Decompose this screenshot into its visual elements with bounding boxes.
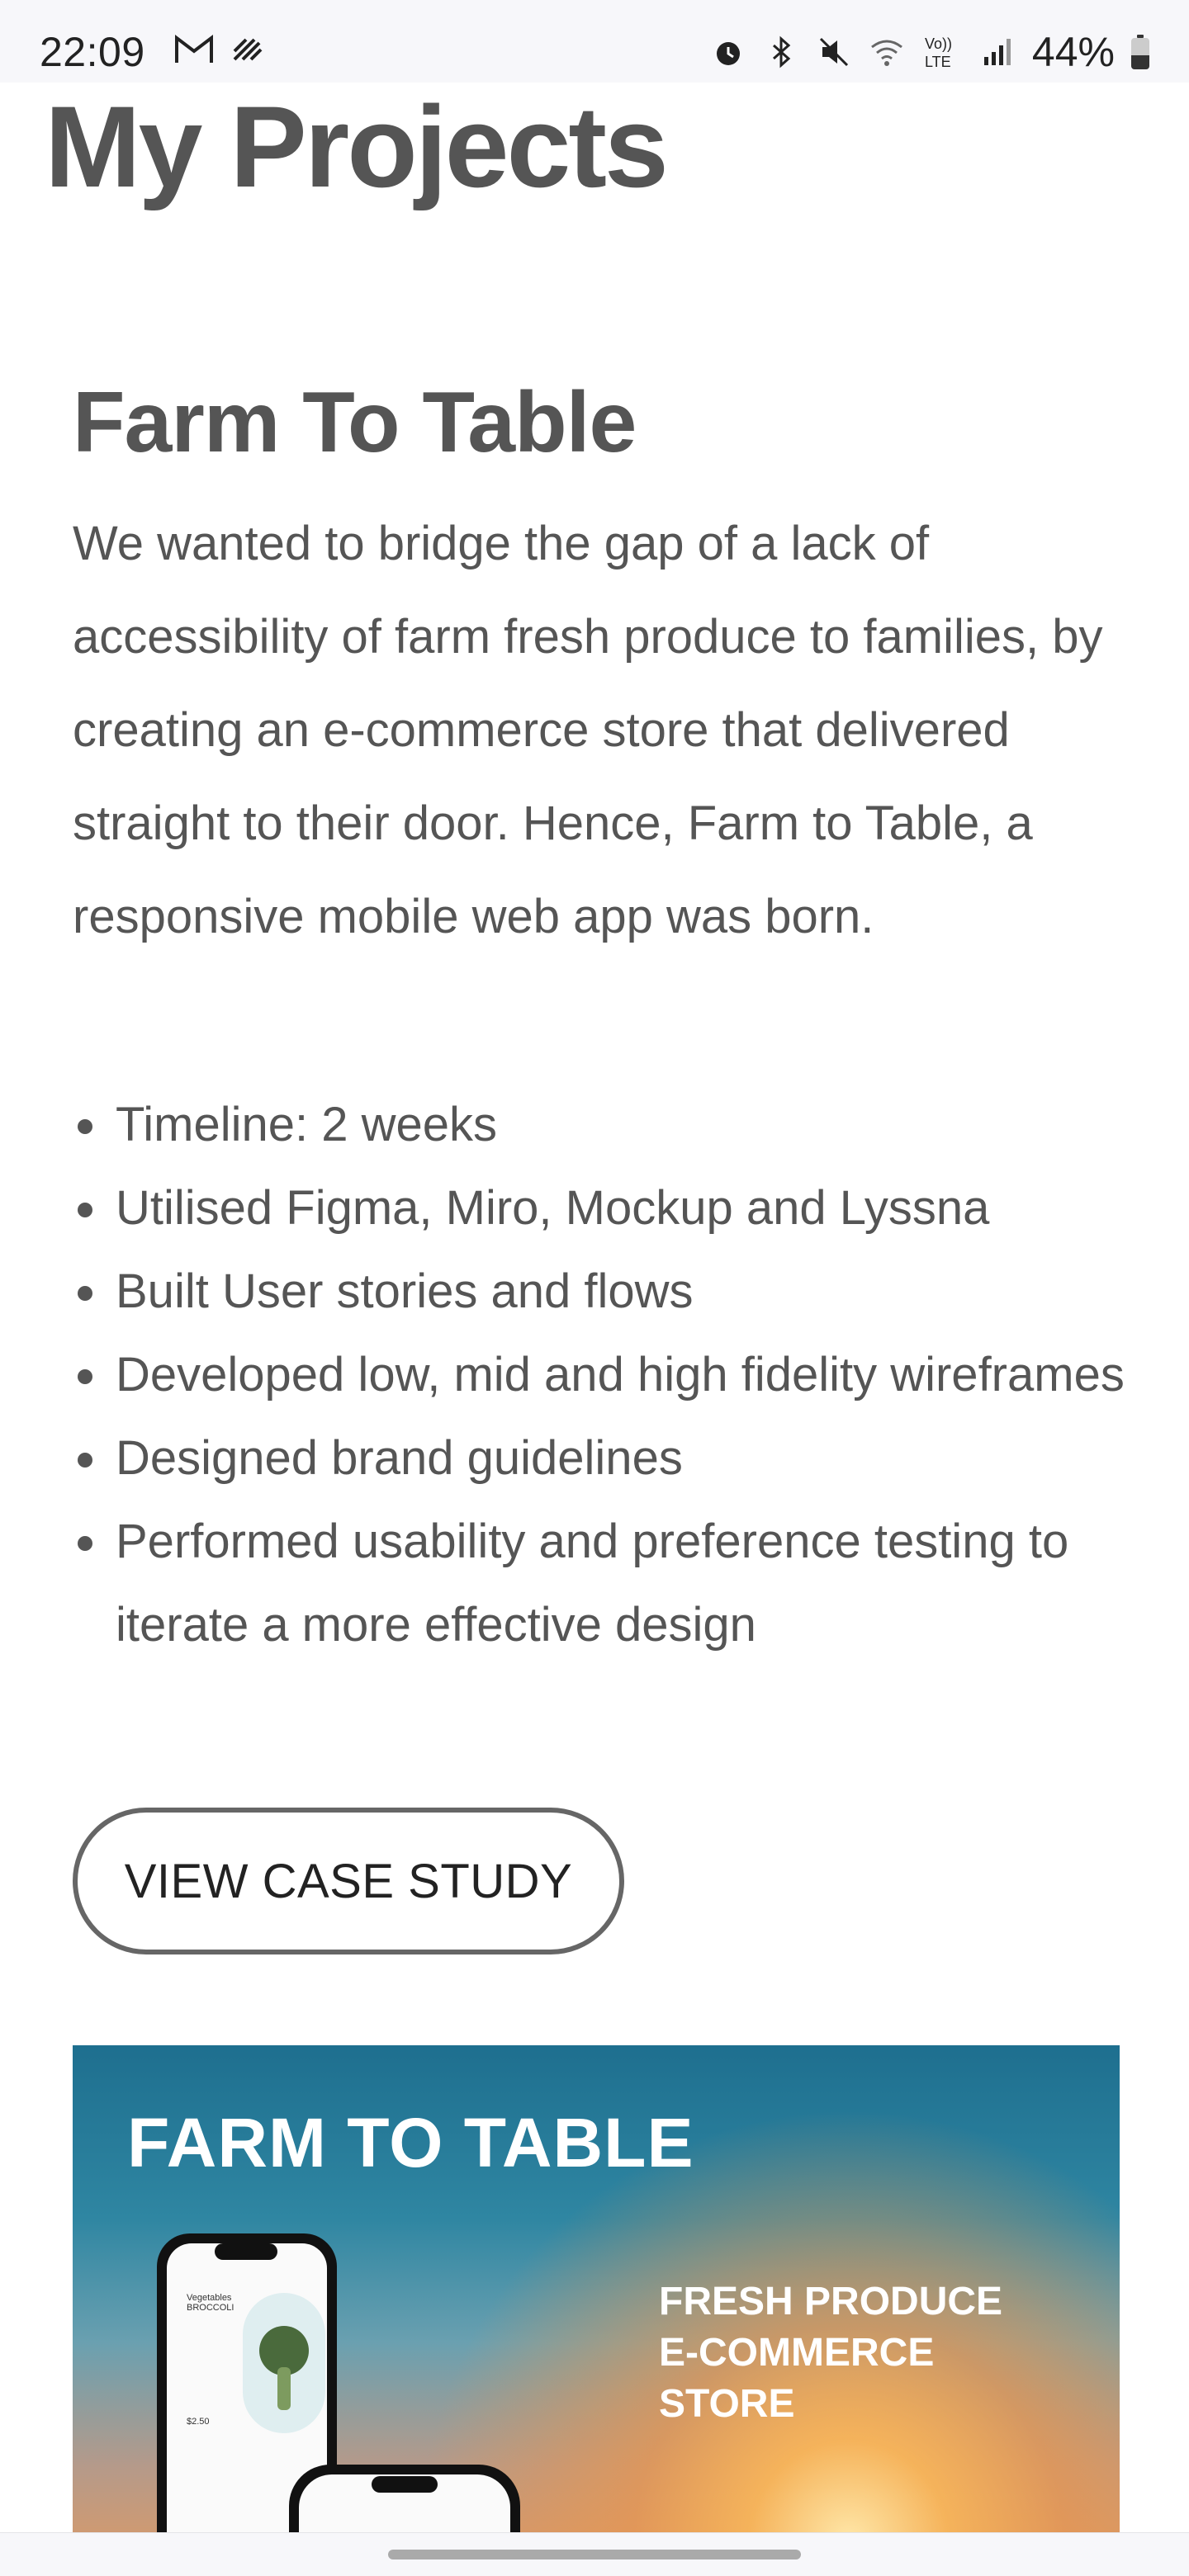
phone-mockup-secondary (289, 2465, 520, 2541)
battery-percent: 44% (1031, 29, 1115, 75)
project-title: Farm To Table (73, 375, 637, 470)
status-bar: 22:09 Vo)) LTE 44% (0, 0, 1189, 83)
home-indicator[interactable] (388, 2550, 801, 2559)
mute-icon (816, 34, 852, 70)
list-item: Developed low, mid and high fidelity wir… (73, 1333, 1130, 1416)
signal-stripes-icon (230, 33, 266, 70)
wifi-icon (869, 34, 905, 70)
status-left-icons (173, 33, 266, 70)
hero-subtitle: FRESH PRODUCE E-COMMERCE STORE (659, 2276, 1002, 2430)
alarm-icon (710, 34, 746, 70)
svg-text:LTE: LTE (925, 54, 951, 70)
volte-icon: Vo)) LTE (921, 34, 963, 70)
project-hero-image: FARM TO TABLE FRESH PRODUCE E-COMMERCE S… (73, 2045, 1120, 2541)
list-item: Timeline: 2 weeks (73, 1083, 1130, 1166)
gmail-icon (173, 33, 215, 70)
svg-text:Vo)): Vo)) (925, 35, 952, 52)
list-item: Built User stories and flows (73, 1250, 1130, 1333)
list-item: Performed usability and preference testi… (73, 1500, 1130, 1666)
bluetooth-icon (763, 34, 799, 70)
status-time: 22:09 (40, 29, 145, 75)
hero-subtitle-line: E-COMMERCE (659, 2331, 935, 2375)
phone-category-label: Vegetables BROCCOLI (187, 2293, 234, 2313)
battery-icon (1131, 35, 1149, 69)
cell-signal-icon (979, 34, 1016, 70)
list-item: Utilised Figma, Miro, Mockup and Lyssna (73, 1166, 1130, 1250)
view-case-study-button[interactable]: VIEW CASE STUDY (73, 1808, 624, 1954)
gesture-nav-bar (0, 2532, 1189, 2576)
hero-subtitle-line: STORE (659, 2382, 795, 2426)
status-right-icons: Vo)) LTE 44% (710, 28, 1149, 76)
list-item: Designed brand guidelines (73, 1416, 1130, 1500)
phone-price-label: $2.50 (187, 2417, 210, 2427)
project-description: We wanted to bridge the gap of a lack of… (73, 517, 1103, 943)
hero-subtitle-line: FRESH PRODUCE (659, 2280, 1003, 2323)
page-title: My Projects (45, 82, 669, 211)
hero-title: FARM TO TABLE (127, 2104, 694, 2181)
project-highlights-list: Timeline: 2 weeks Utilised Figma, Miro, … (73, 1083, 1130, 1666)
